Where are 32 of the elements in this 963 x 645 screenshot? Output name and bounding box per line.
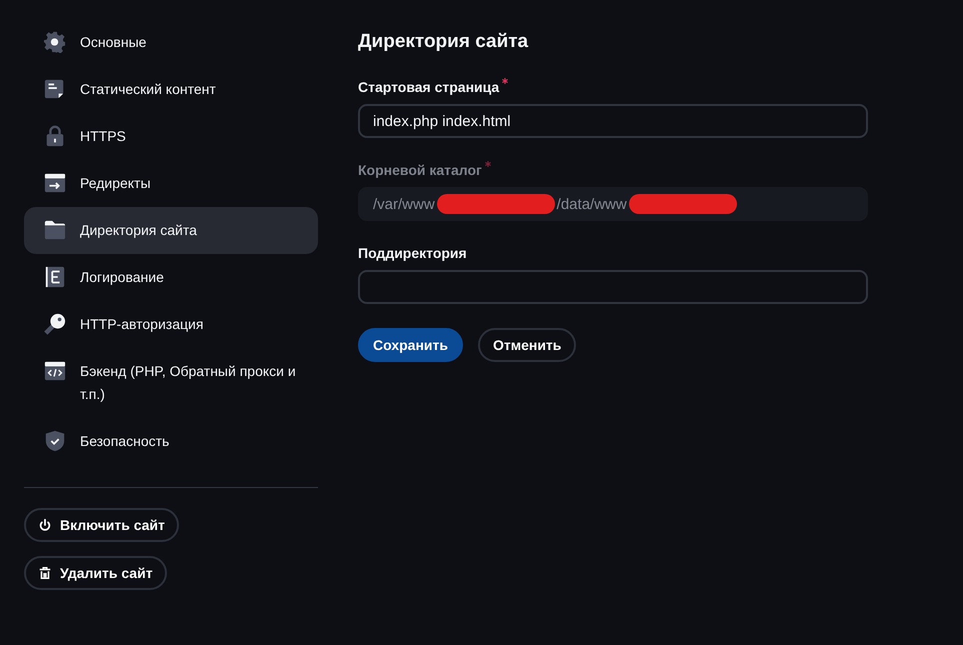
sidebar-item[interactable]: Редиректы [24, 160, 318, 207]
field-label: Стартовая страница [358, 79, 500, 95]
sidebar-item[interactable]: Бэкенд (PHP, Обратный прокси и т.п.) [24, 348, 318, 418]
key-icon [44, 313, 66, 335]
sidebar-item[interactable]: HTTPS [24, 113, 318, 160]
page-title: Директория сайта [358, 31, 530, 53]
sidebar-item[interactable]: Статический контент [24, 66, 318, 113]
enable-site-button[interactable]: Включить сайт [24, 508, 179, 542]
delete-site-button[interactable]: Удалить сайт [24, 556, 167, 590]
save-button[interactable]: Сохранить [358, 328, 463, 362]
settings-icon [44, 31, 66, 53]
code-icon [44, 360, 66, 382]
sidebar-item[interactable]: Основные [24, 19, 318, 66]
input-field[interactable] [358, 270, 868, 304]
input-field[interactable]: index.php index.html [358, 104, 868, 138]
path-text: /data/www [556, 196, 627, 212]
lock-icon [44, 125, 66, 147]
path-text: /var/www [373, 196, 435, 212]
power-icon [38, 518, 52, 532]
field-label: Корневой каталог [358, 162, 482, 178]
redirect-icon [44, 172, 66, 194]
cancel-button[interactable]: Отменить [478, 328, 576, 362]
folder-icon [44, 219, 66, 241]
trash-icon [38, 566, 52, 580]
field-label: Поддиректория [358, 245, 467, 261]
sidebar-item[interactable]: HTTP-авторизация [24, 301, 318, 348]
doc-icon [44, 78, 66, 100]
log-icon [44, 266, 66, 288]
sidebar-item[interactable]: Безопасность [24, 418, 318, 465]
sidebar-item[interactable]: Директория сайта [24, 207, 318, 254]
sidebar-item[interactable]: Логирование [24, 254, 318, 301]
shield-icon [44, 430, 66, 452]
